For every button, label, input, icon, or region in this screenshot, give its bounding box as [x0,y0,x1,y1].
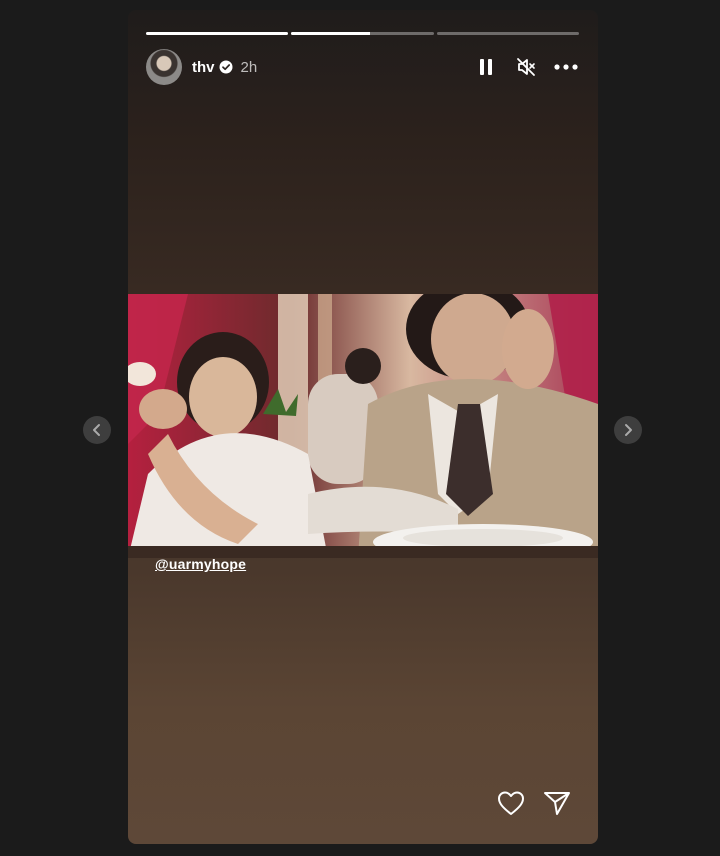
story-viewer: thv 2h @uarmyhope [128,10,598,844]
story-progress [146,32,579,35]
progress-fill [291,32,370,35]
send-icon [544,792,570,815]
story-actions [497,790,571,821]
story-controls [473,54,579,80]
muted-speaker-icon [517,58,535,76]
next-story-button[interactable] [614,416,642,444]
pause-button[interactable] [473,54,499,80]
mute-button[interactable] [513,54,539,80]
timestamp: 2h [240,58,258,76]
progress-segment [146,32,289,35]
like-button[interactable] [497,790,525,821]
progress-fill [146,32,289,35]
username[interactable]: thv [192,59,215,76]
progress-segment [291,32,434,35]
pause-icon [480,59,492,75]
share-button[interactable] [543,790,571,821]
story-header: thv 2h [146,48,579,86]
chevron-left-icon [93,424,100,436]
progress-segment [436,32,579,35]
previous-story-button[interactable] [83,416,111,444]
mention-sticker[interactable]: @uarmyhope [155,556,246,572]
chevron-right-icon [625,424,632,436]
more-options-button[interactable] [553,54,579,80]
verified-badge-icon [219,60,233,74]
heart-icon [498,791,524,815]
avatar[interactable] [146,49,182,85]
story-photo [128,294,598,558]
more-options-icon [554,64,578,70]
